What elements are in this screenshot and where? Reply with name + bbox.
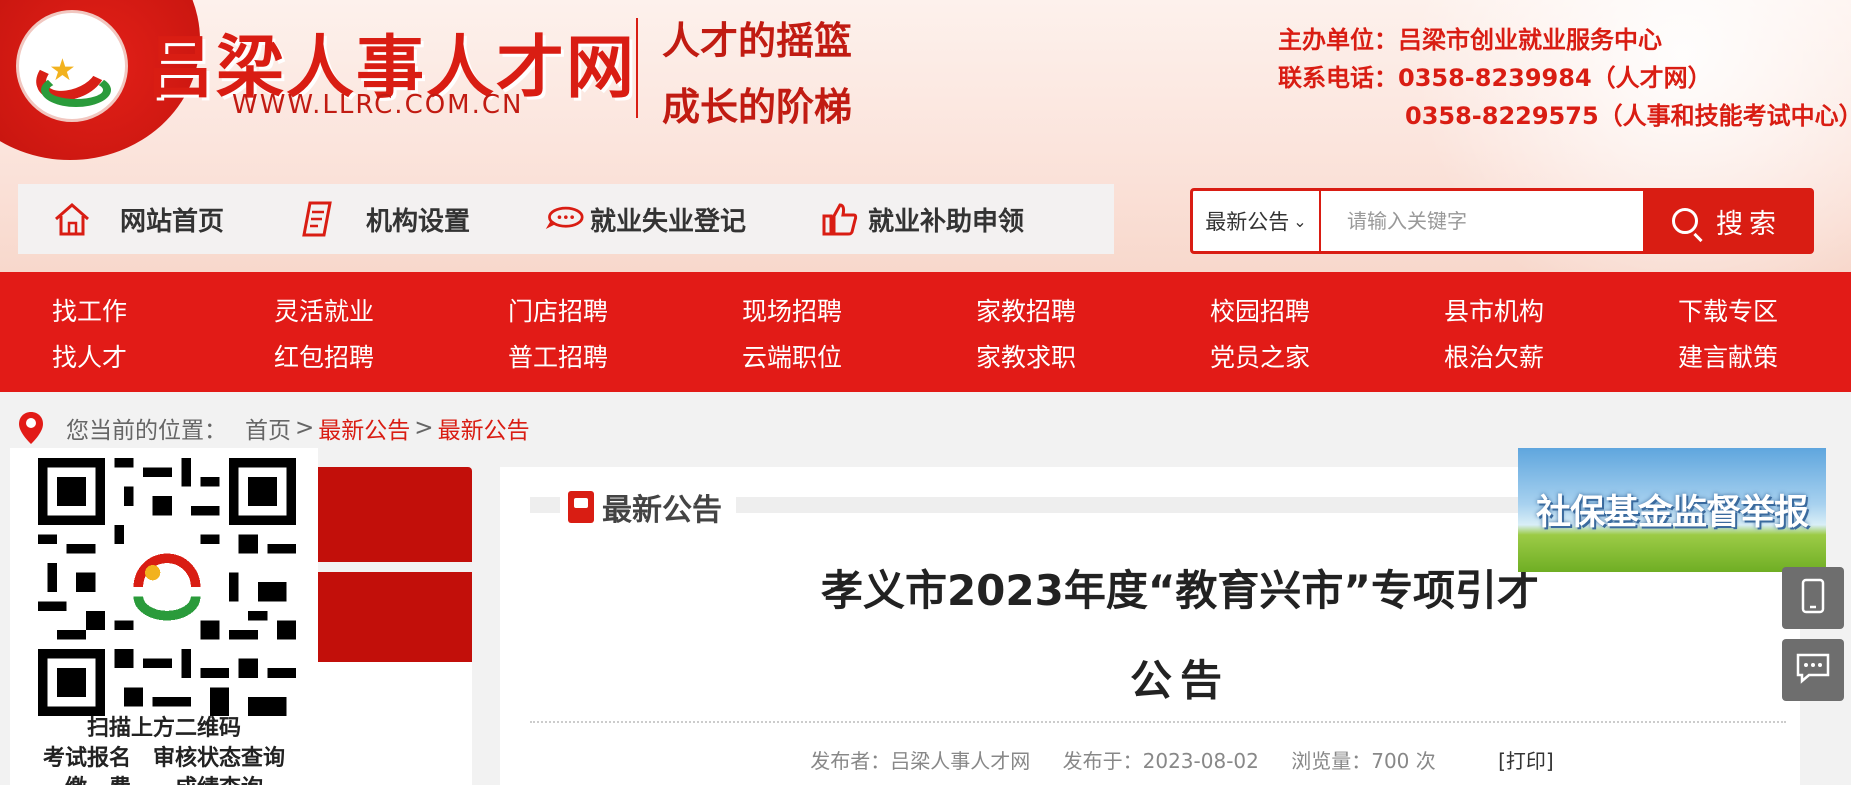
main-nav: 找工作 灵活就业 门店招聘 现场招聘 家教招聘 校园招聘 县市机构 下载专区 找… bbox=[0, 272, 1851, 392]
search-input[interactable] bbox=[1321, 191, 1643, 251]
breadcrumb-separator: > bbox=[414, 415, 434, 441]
quick-nav-home-label: 网站首页 bbox=[120, 206, 225, 237]
nav-party-members-home[interactable]: 党员之家 bbox=[1210, 338, 1310, 374]
location-pin-icon bbox=[18, 411, 44, 445]
search-button-label: 搜索 bbox=[1716, 208, 1782, 240]
nav-cloud-positions[interactable]: 云端职位 bbox=[742, 338, 842, 374]
quick-nav-organization-label: 机构设置 bbox=[366, 206, 471, 237]
quick-nav-employment-registration[interactable]: 就业失业登记 bbox=[544, 184, 746, 254]
quick-nav-employment-registration-label: 就业失业登记 bbox=[590, 206, 747, 237]
nav-red-envelope-recruitment[interactable]: 红包招聘 bbox=[274, 338, 374, 374]
article-divider bbox=[530, 721, 1786, 723]
breadcrumb-prefix: 您当前的位置： bbox=[66, 418, 227, 444]
breadcrumb: 您当前的位置： 首页 > 最新公告 > 最新公告 bbox=[18, 408, 534, 448]
left-menu-header bbox=[300, 467, 472, 562]
nav-find-talent[interactable]: 找人才 bbox=[52, 338, 127, 374]
search-category-label: 最新公告 bbox=[1205, 210, 1290, 234]
article-publisher: 发布者：吕梁人事人才网 bbox=[810, 749, 1031, 773]
qr-caption-line-2: 考试报名 审核状态查询 bbox=[42, 745, 285, 771]
thumbs-up-icon bbox=[820, 199, 860, 239]
section-title-label: 最新公告 bbox=[602, 493, 722, 528]
search-icon bbox=[1672, 208, 1698, 234]
sponsor-text: 主办单位：吕梁市创业就业服务中心 bbox=[1278, 26, 1662, 54]
breadcrumb-level-1[interactable]: 最新公告 bbox=[318, 411, 410, 445]
slogan-line-2: 成长的阶梯 bbox=[662, 84, 853, 129]
print-link[interactable]: [打印] bbox=[1498, 749, 1554, 773]
article-title-line-2: 公告 bbox=[1129, 656, 1230, 705]
nav-downloads[interactable]: 下载专区 bbox=[1678, 292, 1778, 328]
search-category-select[interactable]: 最新公告 ⌄ bbox=[1193, 191, 1321, 251]
nav-onsite-recruitment[interactable]: 现场招聘 bbox=[742, 292, 842, 328]
nav-county-institutions[interactable]: 县市机构 bbox=[1444, 292, 1544, 328]
qr-code-image[interactable] bbox=[32, 458, 302, 716]
social-fund-report-banner[interactable]: 社保基金监督举报 bbox=[1518, 448, 1826, 572]
nav-general-worker-recruitment[interactable]: 普工招聘 bbox=[508, 338, 608, 374]
banner-text: 社保基金监督举报 bbox=[1535, 492, 1809, 533]
left-menu-panel bbox=[300, 662, 472, 785]
nav-tutor-job-seeking[interactable]: 家教求职 bbox=[976, 338, 1076, 374]
nav-campus-recruitment[interactable]: 校园招聘 bbox=[1210, 292, 1310, 328]
article-meta: 发布者：吕梁人事人才网 发布于：2023-08-02 浏览量：700 次 [打印… bbox=[500, 745, 1800, 774]
nav-find-job[interactable]: 找工作 bbox=[52, 292, 127, 328]
nav-flexible-employment[interactable]: 灵活就业 bbox=[274, 292, 374, 328]
breadcrumb-home[interactable]: 首页 bbox=[245, 411, 291, 445]
quick-nav-subsidy-application[interactable]: 就业补助申领 bbox=[820, 184, 1024, 254]
nav-store-recruitment[interactable]: 门店招聘 bbox=[508, 292, 608, 328]
chevron-down-icon: ⌄ bbox=[1293, 211, 1307, 231]
qr-caption-line-1: 扫描上方二维码 bbox=[86, 715, 241, 741]
document-icon bbox=[298, 199, 338, 239]
home-icon bbox=[52, 199, 92, 239]
breadcrumb-separator: > bbox=[295, 415, 315, 441]
header-divider bbox=[636, 18, 638, 118]
mobile-float-button[interactable] bbox=[1782, 567, 1844, 629]
nav-wage-arrears[interactable]: 根治欠薪 bbox=[1444, 338, 1544, 374]
qr-code-card: 扫描上方二维码 考试报名 审核状态查询 缴 费 成绩查询 bbox=[10, 448, 318, 785]
breadcrumb-level-2[interactable]: 最新公告 bbox=[438, 411, 530, 445]
site-url: WWW.LLRC.COM.CN bbox=[232, 90, 524, 120]
nav-suggestions[interactable]: 建言献策 bbox=[1678, 338, 1778, 374]
quick-nav: 网站首页 机构设置 就业失业登记 就业补助申领 bbox=[18, 184, 1114, 254]
slogan-line-1: 人才的摇篮 bbox=[662, 18, 853, 63]
article-publish-date: 发布于：2023-08-02 bbox=[1062, 749, 1259, 773]
phone-line-1: 联系电话：0358-8239984（人才网） bbox=[1278, 64, 1712, 92]
search-bar: 最新公告 ⌄ 搜索 bbox=[1190, 188, 1814, 254]
notice-book-icon bbox=[568, 491, 594, 523]
quick-nav-home[interactable]: 网站首页 bbox=[52, 184, 224, 254]
nav-tutor-recruitment[interactable]: 家教招聘 bbox=[976, 292, 1076, 328]
section-title: 最新公告 bbox=[560, 485, 736, 529]
mobile-phone-icon bbox=[1801, 578, 1825, 618]
search-button[interactable]: 搜索 bbox=[1643, 191, 1811, 251]
quick-nav-subsidy-application-label: 就业补助申领 bbox=[868, 206, 1025, 237]
article-views: 浏览量：700 次 bbox=[1291, 749, 1436, 773]
message-float-button[interactable] bbox=[1782, 639, 1844, 701]
qr-caption-line-3: 缴 费 成绩查询 bbox=[10, 770, 318, 785]
site-header: ★ 吕梁人事人才网 WWW.LLRC.COM.CN 人才的摇篮 成长的阶梯 主办… bbox=[0, 0, 1851, 272]
message-icon bbox=[1795, 652, 1831, 688]
left-menu-item[interactable] bbox=[300, 572, 472, 662]
phone-line-2: 0358-8229575（人事和技能考试中心） bbox=[1405, 102, 1851, 130]
quick-nav-organization[interactable]: 机构设置 bbox=[298, 184, 470, 254]
chat-bubble-icon bbox=[544, 199, 584, 239]
site-logo[interactable]: ★ bbox=[16, 10, 128, 122]
